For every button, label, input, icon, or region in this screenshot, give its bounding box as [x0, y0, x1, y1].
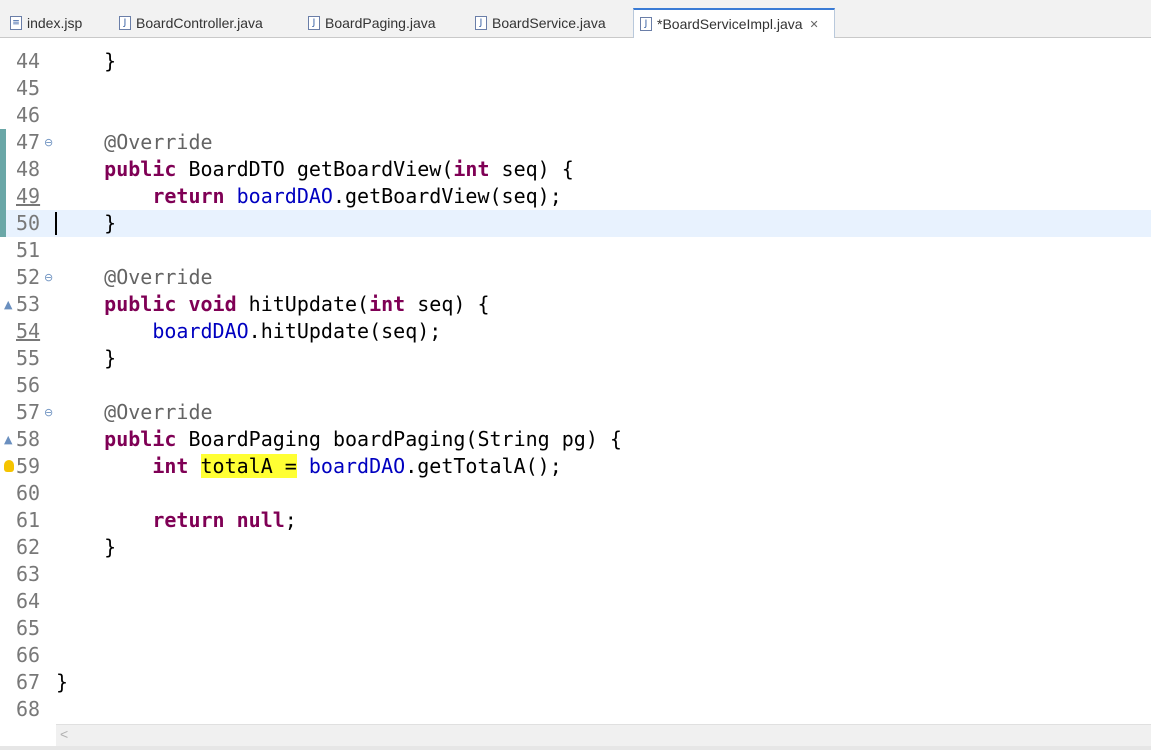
line-number: 54	[16, 319, 41, 343]
code-line: 54 boardDAO.hitUpdate(seq);	[0, 318, 1151, 345]
fold-collapse-icon[interactable]: ⊖	[44, 264, 53, 291]
tab-label: *BoardServiceImpl.java	[657, 16, 803, 32]
tab-label: index.jsp	[27, 15, 83, 31]
code-line: 56	[0, 372, 1151, 399]
fold-collapse-icon[interactable]: ⊖	[44, 399, 53, 426]
line-number: 56	[16, 373, 41, 397]
code-line: 63	[0, 561, 1151, 588]
code-line: 62 }	[0, 534, 1151, 561]
code-text: }	[56, 49, 117, 73]
jsp-file-icon: ≡	[10, 16, 22, 30]
tab-board-service-impl[interactable]: J *BoardServiceImpl.java ✕	[633, 8, 835, 38]
code-line: 68	[0, 696, 1151, 723]
code-line: 44 }	[0, 48, 1151, 75]
code-text: public void hitUpdate(int seq) {	[104, 292, 490, 316]
tab-board-controller[interactable]: J BoardController.java	[113, 8, 299, 38]
line-number: 59	[16, 454, 41, 478]
code-text: boardDAO.hitUpdate(seq);	[152, 319, 442, 343]
java-file-icon: J	[308, 16, 320, 30]
code-editor[interactable]: 44 } 45 46 47 ⊖ @Override 48 public Boar…	[0, 38, 1151, 724]
change-marker	[0, 183, 6, 210]
line-number: 63	[16, 562, 41, 586]
java-file-icon: J	[119, 16, 131, 30]
bottom-border	[0, 746, 1151, 750]
line-number: 68	[16, 697, 41, 721]
line-number: 64	[16, 589, 41, 613]
code-text: }	[56, 535, 117, 559]
code-text: int totalA = boardDAO.getTotalA();	[152, 454, 562, 478]
code-line: 48 public BoardDTO getBoardView(int seq)…	[0, 156, 1151, 183]
code-line: 47 ⊖ @Override	[0, 129, 1151, 156]
line-number: 53	[16, 292, 41, 316]
code-line: 61 return null;	[0, 507, 1151, 534]
line-number: 62	[16, 535, 41, 559]
line-number: 46	[16, 103, 41, 127]
line-number: 61	[16, 508, 41, 532]
change-marker	[0, 129, 6, 156]
scroll-left-icon[interactable]: <	[60, 726, 68, 742]
code-text: }	[56, 211, 117, 235]
code-text: public BoardPaging boardPaging(String pg…	[104, 427, 622, 451]
code-line: 45	[0, 75, 1151, 102]
quick-fix-bulb-icon[interactable]	[4, 460, 14, 472]
code-line: 66	[0, 642, 1151, 669]
editor-tab-bar: ≡ index.jsp J BoardController.java J Boa…	[0, 0, 1151, 38]
code-line: ▲ 58 public BoardPaging boardPaging(Stri…	[0, 426, 1151, 453]
code-text: @Override	[56, 400, 213, 424]
code-line: 49 return boardDAO.getBoardView(seq);	[0, 183, 1151, 210]
highlighted-variable: totalA =	[200, 454, 297, 478]
override-indicator-icon[interactable]: ▲	[4, 291, 12, 318]
tab-label: BoardController.java	[136, 15, 263, 31]
change-marker	[0, 156, 6, 183]
code-text: return null;	[152, 508, 297, 532]
code-text: public BoardDTO getBoardView(int seq) {	[104, 157, 574, 181]
code-line: 67 }	[0, 669, 1151, 696]
line-number: 51	[16, 238, 41, 262]
line-number: 65	[16, 616, 41, 640]
tab-label: BoardPaging.java	[325, 15, 436, 31]
close-icon[interactable]: ✕	[810, 18, 819, 31]
line-number: 45	[16, 76, 41, 100]
java-file-icon: J	[475, 16, 487, 30]
code-line: 59 int totalA = boardDAO.getTotalA();	[0, 453, 1151, 480]
code-text: return boardDAO.getBoardView(seq);	[152, 184, 562, 208]
code-line: 55 }	[0, 345, 1151, 372]
horizontal-scrollbar[interactable]: <	[56, 724, 1151, 747]
line-number: 67	[16, 670, 41, 694]
tab-label: BoardService.java	[492, 15, 606, 31]
fold-collapse-icon[interactable]: ⊖	[44, 129, 53, 156]
code-line: 65	[0, 615, 1151, 642]
code-text: @Override	[56, 130, 213, 154]
line-number: 49	[16, 184, 41, 208]
code-text: }	[56, 346, 117, 370]
tab-board-paging[interactable]: J BoardPaging.java	[302, 8, 466, 38]
code-line: 46	[0, 102, 1151, 129]
line-number: 55	[16, 346, 41, 370]
line-number: 50	[16, 211, 41, 235]
code-line: 57 ⊖ @Override	[0, 399, 1151, 426]
line-number: 48	[16, 157, 41, 181]
code-line: ▲ 53 public void hitUpdate(int seq) {	[0, 291, 1151, 318]
code-line: 64	[0, 588, 1151, 615]
code-text: @Override	[56, 265, 213, 289]
line-number: 60	[16, 481, 41, 505]
code-line-current: 50 }	[0, 210, 1151, 237]
override-indicator-icon[interactable]: ▲	[4, 426, 12, 453]
line-number: 58	[16, 427, 41, 451]
code-line: 51	[0, 237, 1151, 264]
code-line: 52 ⊖ @Override	[0, 264, 1151, 291]
tab-board-service[interactable]: J BoardService.java	[469, 8, 631, 38]
line-number: 44	[16, 49, 41, 73]
code-text: }	[56, 670, 69, 694]
tab-index-jsp[interactable]: ≡ index.jsp	[4, 8, 108, 38]
change-marker	[0, 210, 6, 237]
code-line: 60	[0, 480, 1151, 507]
java-file-icon: J	[640, 17, 652, 31]
line-number: 66	[16, 643, 41, 667]
